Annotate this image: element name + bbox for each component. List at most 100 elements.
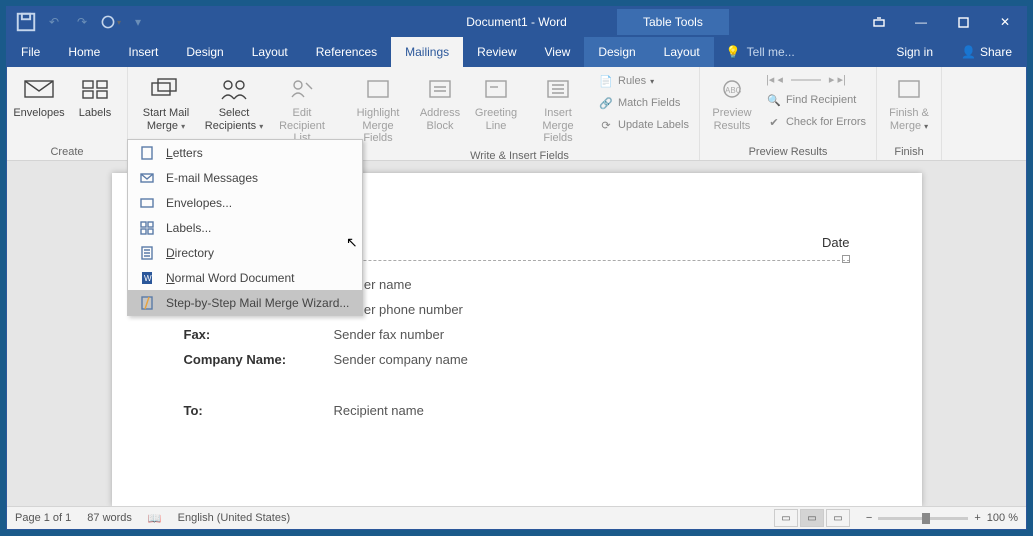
zoom-slider[interactable] bbox=[878, 517, 968, 520]
record-nav[interactable]: |◂ ◂ ▸ ▸| bbox=[762, 71, 870, 88]
field-row: To:Recipient name bbox=[184, 403, 850, 418]
ribbon: Envelopes Labels Create Start Mail Merge… bbox=[7, 67, 1026, 161]
envelope-icon bbox=[23, 73, 55, 105]
dd-wizard[interactable]: Step-by-Step Mail Merge Wizard... bbox=[128, 290, 362, 315]
greeting-line-button[interactable]: Greeting Line bbox=[470, 71, 522, 134]
dd-email[interactable]: E-mail Messages bbox=[128, 165, 362, 190]
qat-customize-icon[interactable]: ▾ bbox=[127, 11, 149, 33]
tab-file[interactable]: File bbox=[7, 37, 54, 67]
date-label: Date bbox=[822, 235, 849, 250]
edit-recipient-list-button[interactable]: Edit Recipient List bbox=[270, 71, 334, 147]
update-icon: ⟳ bbox=[598, 117, 614, 133]
envelopes-button[interactable]: Envelopes bbox=[13, 71, 65, 122]
tab-layout[interactable]: Layout bbox=[238, 37, 302, 67]
bulb-icon: 💡 bbox=[726, 45, 741, 59]
tell-me-search[interactable]: 💡Tell me... bbox=[714, 37, 807, 67]
letter-icon bbox=[138, 144, 156, 162]
ribbon-tabs: File Home Insert Design Layout Reference… bbox=[7, 37, 1026, 67]
svg-text:ABC: ABC bbox=[725, 86, 742, 95]
dd-labels[interactable]: Labels... bbox=[128, 215, 362, 240]
svg-text:W: W bbox=[144, 274, 152, 283]
window-title: Document1 - Word bbox=[466, 15, 566, 29]
maximize-icon[interactable] bbox=[942, 7, 984, 37]
rules-icon: 📄 bbox=[598, 73, 614, 89]
finish-icon bbox=[893, 73, 925, 105]
share-button[interactable]: 👤Share bbox=[947, 37, 1026, 67]
quick-access-toolbar: ↶ ↷ ▾ ▾ bbox=[7, 11, 149, 33]
find-recipient-button[interactable]: 🔍Find Recipient bbox=[762, 90, 870, 110]
dd-directory[interactable]: Directory bbox=[128, 240, 362, 265]
email-icon bbox=[138, 169, 156, 187]
print-layout-button[interactable]: ▭ bbox=[800, 509, 824, 527]
ribbon-display-icon[interactable] bbox=[858, 7, 900, 37]
edit-list-icon bbox=[286, 73, 318, 105]
address-block-button[interactable]: Address Block bbox=[414, 71, 466, 134]
tab-insert[interactable]: Insert bbox=[114, 37, 172, 67]
word-count[interactable]: 87 words bbox=[87, 512, 132, 524]
update-labels-button[interactable]: ⟳Update Labels bbox=[594, 115, 693, 135]
redo-icon[interactable]: ↷ bbox=[71, 11, 93, 33]
zoom-in-button[interactable]: + bbox=[974, 512, 980, 524]
select-recipients-button[interactable]: Select Recipients ▾ bbox=[202, 71, 266, 134]
dd-envelopes[interactable]: Envelopes... bbox=[128, 190, 362, 215]
zoom-control: − + 100 % bbox=[866, 512, 1018, 524]
address-icon bbox=[424, 73, 456, 105]
dd-letters[interactable]: Letters bbox=[128, 140, 362, 165]
proofing-icon[interactable]: 📖 bbox=[148, 512, 162, 525]
field-row: Fax:Sender fax number bbox=[184, 327, 850, 342]
zoom-level[interactable]: 100 % bbox=[987, 512, 1018, 524]
dd-normal[interactable]: WNormal Word Document bbox=[128, 265, 362, 290]
labels-icon bbox=[79, 73, 111, 105]
tab-review[interactable]: Review bbox=[463, 37, 530, 67]
undo-icon[interactable]: ↶ bbox=[43, 11, 65, 33]
tab-home[interactable]: Home bbox=[54, 37, 114, 67]
save-icon[interactable] bbox=[15, 11, 37, 33]
labels-sm-icon bbox=[138, 219, 156, 237]
tab-design[interactable]: Design bbox=[172, 37, 237, 67]
field-row: Company Name:Sender company name bbox=[184, 352, 850, 367]
group-create: Envelopes Labels Create bbox=[7, 67, 128, 160]
sign-in-link[interactable]: Sign in bbox=[882, 37, 947, 67]
language-indicator[interactable]: English (United States) bbox=[178, 512, 291, 524]
highlight-icon bbox=[362, 73, 394, 105]
close-icon[interactable]: ✕ bbox=[984, 7, 1026, 37]
recipients-icon bbox=[218, 73, 250, 105]
tab-view[interactable]: View bbox=[531, 37, 585, 67]
insert-merge-field-button[interactable]: Insert Merge Fields bbox=[526, 71, 590, 147]
labels-button[interactable]: Labels bbox=[69, 71, 121, 122]
directory-icon bbox=[138, 244, 156, 262]
word-doc-icon: W bbox=[138, 269, 156, 287]
group-finish: Finish & Merge ▾ Finish bbox=[877, 67, 942, 160]
group-label-finish: Finish bbox=[883, 143, 935, 160]
greeting-icon bbox=[480, 73, 512, 105]
mail-merge-icon bbox=[150, 73, 182, 105]
match-fields-button[interactable]: 🔗Match Fields bbox=[594, 93, 693, 113]
touch-mode-icon[interactable]: ▾ bbox=[99, 11, 121, 33]
tab-table-layout[interactable]: Layout bbox=[650, 37, 714, 67]
zoom-out-button[interactable]: − bbox=[866, 512, 872, 524]
tab-table-design[interactable]: Design bbox=[584, 37, 649, 67]
tab-mailings[interactable]: Mailings bbox=[391, 37, 463, 67]
highlight-merge-fields-button[interactable]: Highlight Merge Fields bbox=[346, 71, 410, 147]
minimize-icon[interactable]: — bbox=[900, 7, 942, 37]
page-indicator[interactable]: Page 1 of 1 bbox=[15, 512, 71, 524]
finish-merge-button[interactable]: Finish & Merge ▾ bbox=[883, 71, 935, 134]
match-icon: 🔗 bbox=[598, 95, 614, 111]
table-resize-handle[interactable] bbox=[842, 255, 850, 263]
title-bar: ↶ ↷ ▾ ▾ Document1 - Word Table Tools — ✕ bbox=[7, 7, 1026, 37]
check-icon: ✔ bbox=[766, 114, 782, 130]
view-buttons: ▭ ▭ ▭ bbox=[774, 509, 850, 527]
check-errors-button[interactable]: ✔Check for Errors bbox=[762, 112, 870, 132]
table-tools-label: Table Tools bbox=[617, 9, 729, 35]
group-preview: ABCPreview Results |◂ ◂ ▸ ▸| 🔍Find Recip… bbox=[700, 67, 877, 160]
group-write-insert: Highlight Merge Fields Address Block Gre… bbox=[340, 67, 700, 160]
share-icon: 👤 bbox=[961, 45, 976, 59]
web-layout-button[interactable]: ▭ bbox=[826, 509, 850, 527]
preview-results-button[interactable]: ABCPreview Results bbox=[706, 71, 758, 134]
tab-references[interactable]: References bbox=[302, 37, 391, 67]
start-mail-merge-button[interactable]: Start Mail Merge ▾ bbox=[134, 71, 198, 134]
read-mode-button[interactable]: ▭ bbox=[774, 509, 798, 527]
start-mail-merge-dropdown: Letters E-mail Messages Envelopes... Lab… bbox=[127, 139, 363, 316]
rules-button[interactable]: 📄Rules ▾ bbox=[594, 71, 693, 91]
insert-field-icon bbox=[542, 73, 574, 105]
